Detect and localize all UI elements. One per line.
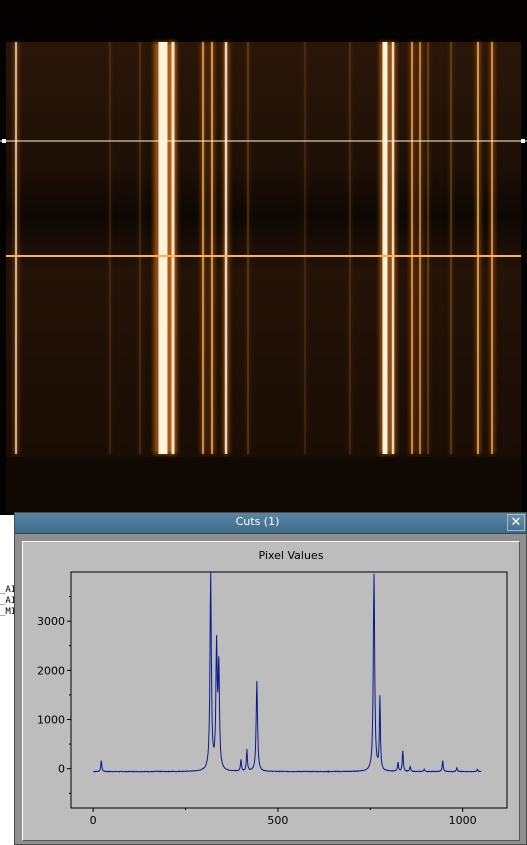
emission-line	[202, 42, 204, 454]
close-icon: ✕	[510, 515, 522, 530]
window-title: Cuts (1)	[235, 515, 280, 528]
emission-line	[171, 42, 175, 454]
y-tick-label: 1000	[37, 714, 65, 727]
emission-line	[477, 42, 479, 454]
spectrum-image[interactable]	[0, 0, 527, 515]
emission-line	[382, 42, 388, 454]
image-viewer[interactable]	[0, 0, 527, 515]
emission-line	[158, 42, 168, 454]
y-tick-label: 3000	[37, 615, 65, 628]
close-button[interactable]: ✕	[507, 514, 525, 531]
chart-title: Pixel Values	[259, 549, 324, 562]
pixel-values-chart: Pixel Values 0 1000 2000 3000 0 500 1000	[37, 549, 508, 827]
plot-frame	[70, 571, 508, 809]
emission-line	[450, 42, 452, 454]
emission-line	[491, 42, 493, 454]
emission-line	[15, 42, 17, 454]
emission-line	[211, 42, 213, 454]
cut-endpoint-right[interactable]	[521, 139, 525, 143]
emission-line	[247, 42, 249, 454]
cut-endpoint-left[interactable]	[2, 139, 6, 143]
cuts-window[interactable]: Cuts (1) ✕ Pixel Values 0 1000 2000 3000 0 50…	[14, 512, 527, 845]
emission-line	[109, 42, 111, 454]
emission-line	[304, 42, 306, 454]
emission-line	[139, 42, 141, 454]
cuts-titlebar[interactable]: Cuts (1) ✕	[15, 513, 526, 534]
x-tick-label: 0	[90, 814, 97, 827]
plot-panel: Pixel Values 0 1000 2000 3000 0 500 1000	[22, 541, 520, 841]
emission-line	[224, 42, 228, 454]
emission-line	[411, 42, 413, 454]
y-tick-label: 2000	[37, 664, 65, 677]
emission-line	[391, 42, 395, 454]
y-tick-label: 0	[58, 763, 65, 776]
emission-line	[419, 42, 421, 454]
x-tick-label: 1000	[449, 814, 477, 827]
emission-line	[349, 42, 351, 454]
x-tick-label: 500	[267, 814, 288, 827]
emission-line	[427, 42, 429, 454]
